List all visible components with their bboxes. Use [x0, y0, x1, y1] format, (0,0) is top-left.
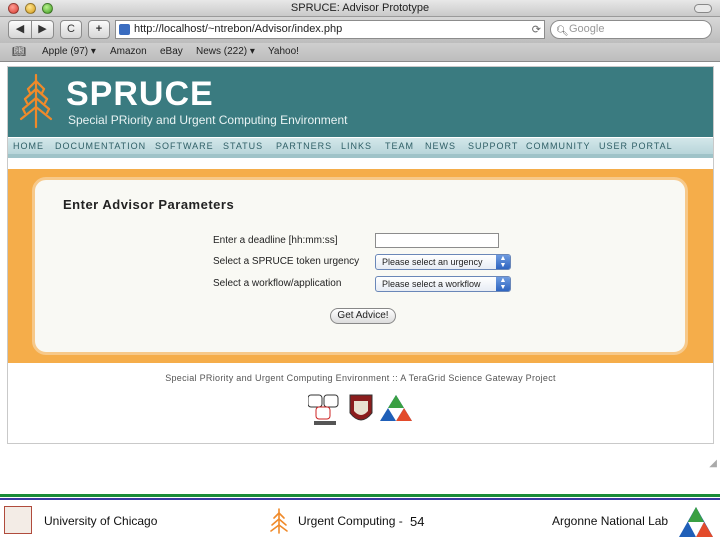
toolbar-toggle-button[interactable]: [694, 4, 712, 13]
url-refresh-icon[interactable]: ⟳: [532, 22, 541, 39]
urgency-select[interactable]: Please select an urgency ▲ ▼: [375, 254, 511, 270]
nav-partners[interactable]: PARTNERS: [276, 141, 332, 151]
argonne-logo-icon: [679, 507, 713, 537]
nav-community[interactable]: COMMUNITY: [526, 141, 591, 151]
web-page: SPRUCE Special PRiority and Urgent Compu…: [7, 66, 714, 444]
advisor-form-panel: Enter Advisor Parameters Enter a deadlin…: [32, 177, 688, 355]
get-advice-button[interactable]: Get Advice!: [330, 308, 396, 324]
nav-news[interactable]: NEWS: [425, 141, 456, 151]
deadline-input[interactable]: [375, 233, 499, 248]
site-banner: SPRUCE Special PRiority and Urgent Compu…: [8, 67, 713, 137]
address-bar[interactable]: http://localhost/~ntrebon/Advisor/index.…: [115, 20, 545, 39]
search-input[interactable]: 🔍︎ Google: [550, 20, 712, 39]
deadline-label: Enter a deadline [hh:mm:ss]: [213, 235, 338, 246]
window-title: SPRUCE: Advisor Prototype: [290, 2, 430, 14]
nav-software[interactable]: SOFTWARE: [155, 141, 214, 151]
bookmark-yahoo[interactable]: Yahoo!: [268, 46, 299, 57]
slide-footer: University of Chicago Urgent Computing -…: [0, 500, 720, 540]
content-area: Enter Advisor Parameters Enter a deadlin…: [8, 169, 713, 363]
nav-home[interactable]: HOME: [13, 141, 44, 151]
back-button[interactable]: ◀: [8, 20, 32, 39]
site-brand: SPRUCE: [66, 75, 214, 113]
spruce-small-logo-icon: [270, 508, 288, 534]
workflow-label: Select a workflow/application: [213, 278, 342, 289]
forward-button[interactable]: ▶: [32, 20, 54, 39]
search-icon: 🔍︎: [556, 26, 569, 37]
urgency-selected-value: Please select an urgency: [382, 257, 483, 267]
university-seal-icon: [349, 394, 373, 421]
slide-page-number: 54: [410, 514, 425, 529]
slide-footer-title: Urgent Computing -: [298, 514, 403, 528]
partner-logos: [308, 394, 412, 425]
site-favicon-icon: [119, 24, 130, 35]
site-nav: HOME DOCUMENTATION SOFTWARE STATUS PARTN…: [8, 137, 713, 154]
address-bar-url: http://localhost/~ntrebon/Advisor/index.…: [134, 23, 343, 35]
teragrid-logo-icon: [308, 394, 339, 425]
search-placeholder: Google: [569, 23, 605, 35]
argonne-triangle-icon: [380, 395, 412, 421]
nav-team[interactable]: TEAM: [385, 141, 414, 151]
spruce-tree-logo-icon: [19, 73, 53, 129]
add-bookmark-button[interactable]: +: [88, 20, 110, 39]
urgency-label: Select a SPRUCE token urgency: [213, 256, 360, 267]
nav-status[interactable]: STATUS: [223, 141, 263, 151]
site-tagline: Special PRiority and Urgent Computing En…: [68, 113, 348, 127]
slide-footer-right: Argonne National Lab: [552, 514, 669, 528]
nav-divider: [8, 154, 713, 158]
bookmark-news[interactable]: News (222) ▾: [196, 46, 255, 57]
window-title-bar: SPRUCE: Advisor Prototype: [0, 0, 720, 17]
page-footer-text: Special PRiority and Urgent Computing En…: [165, 373, 556, 383]
bookmark-amazon[interactable]: Amazon: [110, 46, 147, 57]
bookmarks-bar: 📖︎ Apple (97) ▾ Amazon eBay News (222) ▾…: [0, 43, 720, 62]
workflow-select[interactable]: Please select a workflow ▲ ▼: [375, 276, 511, 292]
university-of-chicago-logo-icon: [4, 506, 32, 534]
nav-support[interactable]: SUPPORT: [468, 141, 518, 151]
nav-user-portal[interactable]: USER PORTAL: [599, 141, 673, 151]
slide-footer-left: University of Chicago: [44, 514, 158, 528]
page-viewport: SPRUCE Special PRiority and Urgent Compu…: [0, 62, 720, 472]
browser-toolbar: ◀ ▶ C + http://localhost/~ntrebon/Adviso…: [0, 17, 720, 43]
reload-button[interactable]: C: [60, 20, 82, 39]
nav-links[interactable]: LINKS: [341, 141, 372, 151]
workflow-dropdown-arrow-icon: ▲ ▼: [496, 277, 510, 291]
nav-documentation[interactable]: DOCUMENTATION: [55, 141, 146, 151]
urgency-dropdown-arrow-icon: ▲ ▼: [496, 255, 510, 269]
resize-grip-icon[interactable]: ◢: [709, 458, 717, 469]
bookmark-ebay[interactable]: eBay: [160, 46, 183, 57]
slide-footer-rule-green: [0, 494, 720, 497]
form-title: Enter Advisor Parameters: [63, 197, 235, 212]
bookmark-apple[interactable]: Apple (97) ▾: [42, 46, 96, 57]
bookmarks-book-icon[interactable]: 📖︎: [12, 45, 26, 58]
workflow-selected-value: Please select a workflow: [382, 279, 481, 289]
